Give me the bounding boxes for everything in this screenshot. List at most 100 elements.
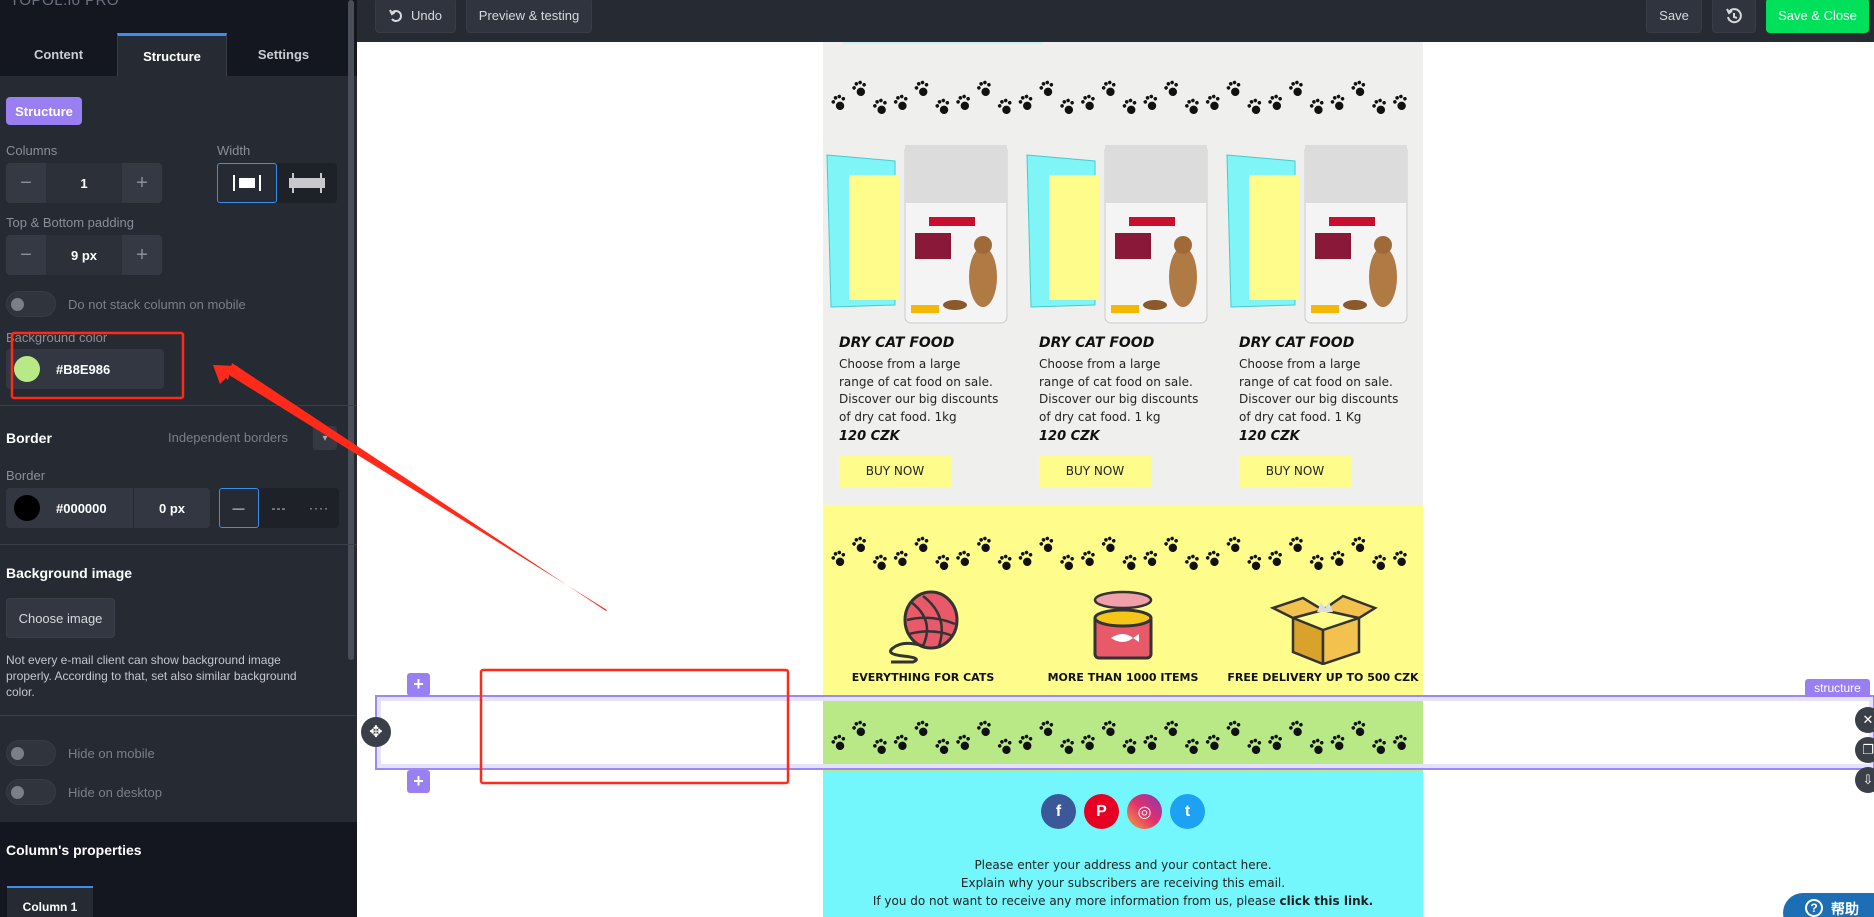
border-style-dotted[interactable]: ···· [299, 488, 339, 528]
tab-column-1[interactable]: Column 1 [7, 886, 93, 917]
divider [0, 405, 357, 406]
pinterest-icon[interactable]: P [1084, 794, 1119, 829]
paw-print-icon [1081, 94, 1095, 111]
columns-value[interactable]: 1 [46, 163, 122, 203]
tab-structure[interactable]: Structure [117, 33, 227, 76]
buy-now-button[interactable]: BUY NOW [1039, 455, 1151, 487]
duplicate-row-button[interactable]: ❐ [1855, 737, 1874, 763]
choose-image-button[interactable]: Choose image [6, 598, 115, 638]
background-color-value[interactable]: #B8E986 [56, 362, 110, 377]
feature-item: MORE THAN 1000 ITEMS [1023, 590, 1223, 684]
paw-print-icon [914, 80, 929, 97]
chevron-down-icon: ▾ [322, 432, 328, 444]
padding-decrement-button[interactable]: − [6, 235, 46, 275]
unsubscribe-link[interactable]: click this link. [1280, 894, 1374, 908]
columns-stepper: − 1 + [6, 163, 162, 203]
paw-print-icon [1372, 738, 1386, 755]
panel-scrollbar[interactable] [348, 0, 354, 660]
independent-borders-toggle[interactable]: ▾ [313, 426, 337, 450]
paw-print-icon [1185, 98, 1199, 115]
hide-desktop-toggle[interactable] [6, 779, 56, 805]
delivery-box-icon [1269, 594, 1378, 665]
columns-decrement-button[interactable]: − [6, 163, 46, 203]
products-section[interactable]: DRY CAT FOOD Choose from a large range o… [823, 42, 1423, 505]
paw-print-icon [1143, 734, 1158, 751]
paw-print-icon [997, 554, 1012, 571]
paw-print-icon [1185, 738, 1199, 755]
help-icon: ? [1805, 899, 1823, 917]
footer-section[interactable]: f P ◎ t Please enter your address and yo… [823, 772, 1423, 917]
panel-header: TOPOL.io PRO Content Structure Settings [0, 0, 357, 76]
paw-print-icon [1060, 738, 1074, 755]
paw-print-icon [852, 80, 866, 97]
features-section[interactable]: EVERYTHING FOR CATS MORE THAN 1000 ITEMS [823, 505, 1423, 697]
padding-value[interactable]: 9 px [46, 235, 122, 275]
background-image-heading: Background image [6, 565, 133, 581]
columns-increment-button[interactable]: + [122, 163, 162, 203]
add-row-below-button[interactable]: + [407, 770, 430, 793]
divider [0, 544, 357, 545]
paw-print-icon [1101, 720, 1116, 737]
paw-print-icon [1247, 554, 1262, 571]
save-close-button[interactable]: Save & Close [1766, 0, 1869, 33]
padding-increment-button[interactable]: + [122, 235, 162, 275]
paw-print-icon [1289, 536, 1303, 553]
paw-prints-divider-icon [831, 720, 1407, 755]
facebook-icon[interactable]: f [1041, 794, 1076, 829]
instagram-icon[interactable]: ◎ [1127, 794, 1162, 829]
move-handle[interactable]: ✥ [361, 717, 391, 747]
cat-food-product-image [1026, 145, 1208, 324]
paw-print-icon [1393, 94, 1407, 111]
save-block-button[interactable]: ⇩ [1855, 767, 1874, 793]
paw-print-icon [873, 554, 887, 571]
undo-button[interactable]: Undo [375, 0, 456, 33]
width-label: Width [217, 143, 251, 158]
paw-print-icon [1081, 550, 1095, 567]
no-stack-row: Do not stack column on mobile [6, 291, 246, 317]
paw-print-icon [831, 550, 846, 567]
width-full-option[interactable] [277, 163, 337, 203]
tab-content[interactable]: Content [0, 33, 117, 76]
buy-now-button[interactable]: BUY NOW [839, 455, 951, 487]
paw-print-icon [1268, 734, 1282, 751]
hide-mobile-toggle[interactable] [6, 740, 56, 766]
feature-label: MORE THAN 1000 ITEMS [1047, 671, 1199, 684]
add-row-above-button[interactable]: + [407, 673, 430, 696]
paw-print-icon [914, 720, 929, 737]
buy-now-button[interactable]: BUY NOW [1239, 455, 1351, 487]
paw-print-icon [1060, 554, 1074, 571]
paw-print-icon [852, 536, 866, 553]
border-style-dashed[interactable]: --- [259, 488, 299, 528]
yarn-ball-icon [889, 590, 959, 664]
background-color-field[interactable]: #B8E986 [6, 349, 164, 389]
border-width-value[interactable]: 0 px [133, 488, 210, 528]
column-properties-section: Column's properties Column 1 [0, 822, 357, 917]
border-color-swatch[interactable] [14, 495, 40, 521]
save-button[interactable]: Save [1646, 0, 1702, 33]
paw-print-icon [1164, 80, 1178, 97]
selected-structure-row[interactable] [823, 697, 1423, 772]
product-description: Choose from a large range of cat food on… [839, 357, 999, 424]
border-style-solid[interactable]: — [219, 488, 259, 528]
no-stack-toggle[interactable] [6, 291, 56, 317]
banner-image-edge [843, 42, 1043, 44]
twitter-icon[interactable]: t [1170, 794, 1205, 829]
width-contained-option[interactable] [217, 163, 277, 203]
paw-print-icon [1143, 550, 1158, 567]
settings-panel: TOPOL.io PRO Content Structure Settings … [0, 0, 357, 917]
border-color-value[interactable]: #000000 [56, 501, 107, 516]
border-color-field[interactable]: #000000 0 px [6, 488, 210, 528]
border-label: Border [6, 468, 46, 483]
column-properties-heading: Column's properties [6, 842, 142, 858]
background-color-swatch[interactable] [14, 356, 40, 382]
help-button[interactable]: ? 帮助 [1783, 893, 1874, 917]
product-title: DRY CAT FOOD [1239, 335, 1355, 351]
editor-canvas: DRY CAT FOOD Choose from a large range o… [357, 42, 1874, 917]
history-button[interactable] [1712, 0, 1756, 33]
paw-print-icon [1330, 734, 1345, 751]
delete-row-button[interactable]: ✕ [1855, 707, 1874, 733]
paw-print-icon [873, 738, 887, 755]
preview-testing-button[interactable]: Preview & testing [466, 0, 592, 33]
tab-settings[interactable]: Settings [227, 33, 340, 76]
contained-width-icon [233, 175, 261, 191]
